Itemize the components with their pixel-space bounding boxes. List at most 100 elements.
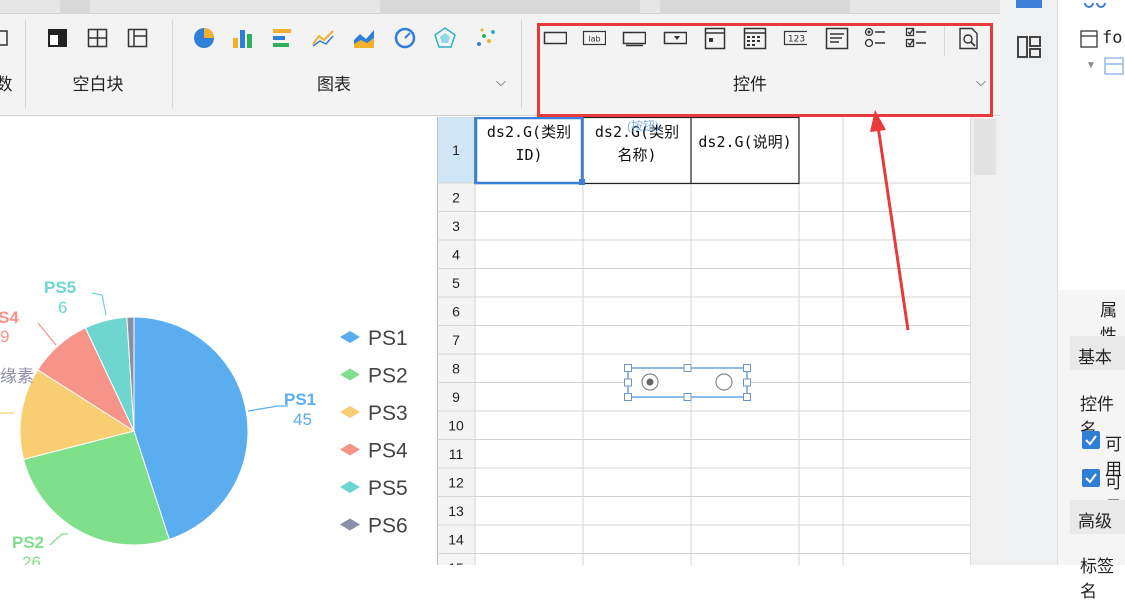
radio-dot-icon bbox=[646, 378, 654, 386]
scatter-chart-icon[interactable] bbox=[474, 26, 498, 50]
fill-handle[interactable] bbox=[579, 179, 585, 185]
header-cell-text[interactable]: ds2.G(类别 bbox=[487, 123, 571, 141]
row-number[interactable]: 1 bbox=[452, 142, 460, 158]
legend-label-ps3[interactable]: PS3 bbox=[368, 402, 408, 425]
legend-label-ps2[interactable]: PS2 bbox=[368, 365, 408, 388]
form-icon bbox=[1080, 30, 1098, 48]
vertical-scrollbar[interactable] bbox=[970, 117, 1000, 565]
radar-chart-icon[interactable] bbox=[433, 26, 457, 50]
leader-ps5 bbox=[91, 292, 107, 316]
row-number[interactable]: 5 bbox=[452, 275, 460, 291]
widget-tree: fo ▼ bbox=[1058, 0, 1125, 290]
legend-label-ps4[interactable]: PS4 bbox=[368, 440, 408, 463]
legend-label-ps6[interactable]: PS6 bbox=[368, 515, 408, 538]
divider bbox=[25, 20, 26, 108]
resize-handle[interactable] bbox=[743, 393, 751, 401]
resize-handle[interactable] bbox=[743, 364, 751, 372]
resize-handle[interactable] bbox=[624, 364, 632, 372]
gauge-chart-icon[interactable] bbox=[393, 26, 417, 50]
legend-label-ps5[interactable]: PS5 bbox=[368, 477, 408, 500]
pie-label-partial: 缘素 bbox=[0, 367, 34, 386]
legend-marker-ps4 bbox=[340, 443, 360, 456]
divider bbox=[172, 20, 173, 108]
pie-chart-area: PS1 45 PS2 26 S4 9 PS5 6 缘素 PS1 PS2 PS3 PS4 PS5 PS6 bbox=[0, 117, 436, 572]
resize-handle[interactable] bbox=[624, 378, 632, 387]
tab-fragment[interactable] bbox=[660, 0, 850, 14]
pie-value-ps1: 45 bbox=[293, 410, 312, 429]
tree-node-label[interactable]: fo bbox=[1102, 28, 1122, 48]
horizontal-bar-icon[interactable] bbox=[271, 26, 295, 50]
tree-partial-icon bbox=[1082, 0, 1112, 8]
header-cell-text[interactable]: ID) bbox=[515, 146, 542, 164]
enabled-checkbox[interactable] bbox=[1082, 431, 1100, 449]
row-number[interactable]: 6 bbox=[452, 303, 460, 319]
pie-value-ps5: 6 bbox=[58, 298, 67, 317]
group-label-partial: 数 bbox=[0, 75, 13, 94]
active-tab-marker[interactable] bbox=[1016, 0, 1042, 8]
basic-label: 基本 bbox=[1078, 348, 1112, 367]
widget-overlay-text: (按钮) bbox=[627, 118, 659, 133]
pie-label-ps5: PS5 bbox=[44, 278, 76, 297]
legend-marker-ps5 bbox=[340, 481, 360, 493]
row-number[interactable]: 4 bbox=[452, 246, 460, 262]
pie-label-ps2: PS2 bbox=[12, 533, 44, 552]
legend-marker-ps1 bbox=[340, 331, 360, 343]
legend-marker-ps2 bbox=[340, 368, 360, 381]
partial-icon[interactable] bbox=[0, 26, 14, 50]
radio-option-2[interactable] bbox=[715, 373, 733, 391]
header-cell-text[interactable]: ds2.G(说明) bbox=[698, 133, 791, 151]
resize-handle[interactable] bbox=[683, 393, 692, 401]
resize-handle[interactable] bbox=[743, 378, 751, 387]
advanced-label: 高级 bbox=[1078, 512, 1112, 531]
legend-marker-ps3 bbox=[340, 406, 360, 418]
row-number[interactable]: 14 bbox=[448, 531, 464, 547]
row-number[interactable]: 11 bbox=[449, 446, 464, 462]
row-number[interactable]: 8 bbox=[452, 360, 460, 376]
bar-chart-icon[interactable] bbox=[231, 26, 255, 50]
row-number[interactable]: 10 bbox=[448, 417, 464, 433]
resize-handle[interactable] bbox=[624, 393, 632, 401]
row-number[interactable]: 7 bbox=[452, 332, 460, 348]
row-number[interactable]: 13 bbox=[448, 503, 464, 519]
expand-caret-icon[interactable]: ▼ bbox=[1086, 60, 1096, 71]
window-top-strip bbox=[0, 0, 1000, 14]
row-number[interactable]: 2 bbox=[452, 189, 460, 205]
widget-layout-icon[interactable] bbox=[1016, 34, 1042, 60]
pie-value-ps4: 9 bbox=[0, 327, 9, 346]
side-toolbar bbox=[1000, 0, 1058, 565]
advanced-section[interactable]: 高级 bbox=[1070, 500, 1125, 534]
grid-layout-icon[interactable] bbox=[86, 26, 110, 50]
leader-ps4 bbox=[37, 322, 57, 346]
pie-label-ps4: S4 bbox=[0, 308, 19, 327]
row-number[interactable]: 9 bbox=[452, 389, 460, 405]
highlight-box bbox=[537, 23, 993, 117]
group-label-blank-block: 空白块 bbox=[72, 75, 124, 94]
visible-checkbox[interactable] bbox=[1082, 469, 1100, 487]
scrollbar-thumb[interactable] bbox=[974, 119, 996, 175]
row-number[interactable]: 3 bbox=[452, 218, 460, 234]
child-node-icon[interactable] bbox=[1104, 56, 1124, 76]
header-cell-text[interactable]: 名称) bbox=[617, 146, 656, 164]
pie-chart-icon[interactable] bbox=[192, 26, 216, 50]
tag-name-label: 标签名 bbox=[1080, 557, 1114, 601]
row-number[interactable]: 15 bbox=[448, 560, 464, 576]
chevron-down-icon[interactable]: ⌵ bbox=[496, 74, 506, 90]
pie-chart: PS145PS226S49PS56缘素PS1PS2PS3PS4PS5PS6 bbox=[0, 278, 408, 572]
tab-fragment[interactable] bbox=[380, 0, 640, 14]
properties-panel: fo ▼ 属性 基本 控件名 可用 可见 高级 标签名 bbox=[1000, 0, 1125, 601]
line-chart-icon[interactable] bbox=[311, 26, 335, 50]
row-number[interactable]: 12 bbox=[448, 474, 464, 490]
basic-section[interactable]: 基本 bbox=[1070, 336, 1125, 370]
divider bbox=[521, 20, 522, 108]
legend-label-ps1[interactable]: PS1 bbox=[368, 327, 408, 350]
absolute-layout-icon[interactable] bbox=[46, 26, 70, 50]
pie-value-ps2: 26 bbox=[22, 553, 41, 565]
legend-marker-ps6 bbox=[340, 518, 360, 531]
resize-handle[interactable] bbox=[683, 364, 692, 372]
tab-layout-icon[interactable] bbox=[126, 26, 150, 50]
tab-fragment[interactable] bbox=[60, 0, 90, 14]
area-chart-icon[interactable] bbox=[352, 26, 376, 50]
pie-label-ps1: PS1 bbox=[284, 390, 316, 409]
red-arrow-annotation bbox=[870, 110, 910, 331]
leader-ps1 bbox=[247, 405, 288, 412]
